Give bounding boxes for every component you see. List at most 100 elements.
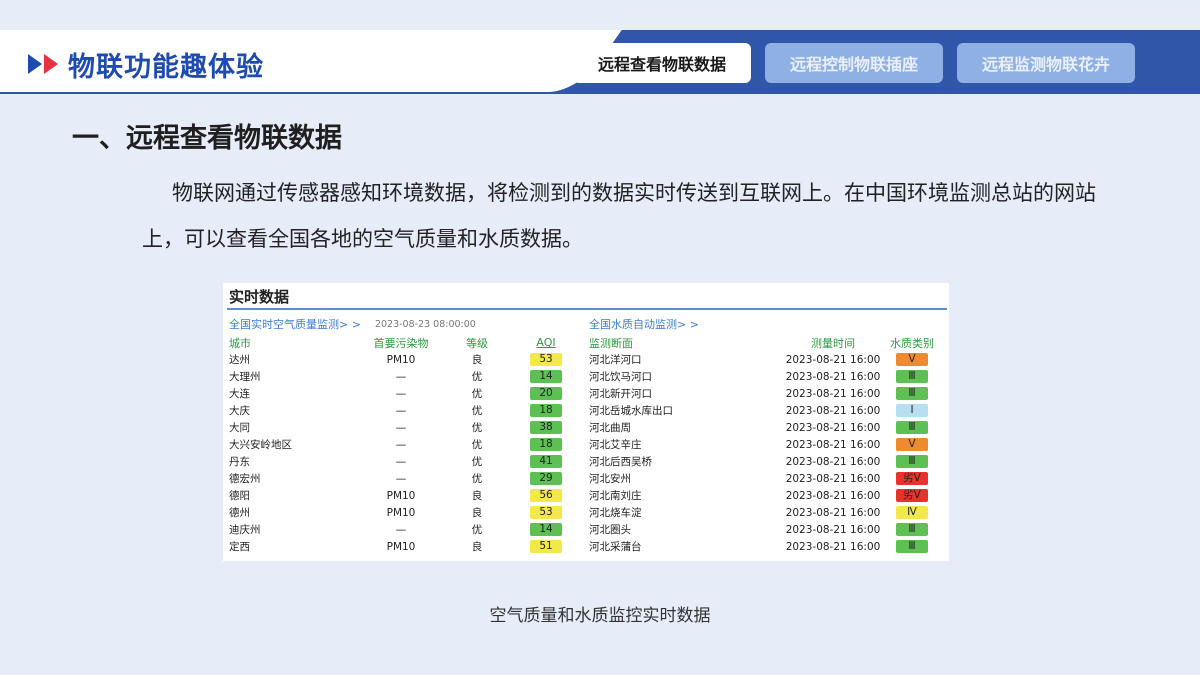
tab-remote-control-socket[interactable]: 远程控制物联插座 [765, 43, 943, 83]
water-table-header: 监测断面 测量时间 水质类别 [589, 334, 943, 351]
site-cell: 河北曲周 [589, 422, 631, 434]
site-cell: 河北饮马河口 [589, 371, 652, 383]
table-row: 大同 — 优 38 [229, 419, 581, 436]
time-cell: 2023-08-21 16:00 [785, 387, 881, 400]
site-cell: 河北南刘庄 [589, 490, 642, 502]
table-row: 河北圈头 2023-08-21 16:00 Ⅲ [589, 521, 943, 538]
header-title: 物联功能趣体验 [68, 51, 264, 83]
city-cell: 丹东 [229, 456, 250, 468]
tab-remote-monitor-flowers[interactable]: 远程监测物联花卉 [957, 43, 1135, 83]
double-arrow-icon [28, 54, 58, 74]
pollutant-cell: PM10 [386, 353, 416, 366]
table-row: 河北安州 2023-08-21 16:00 劣Ⅴ [589, 470, 943, 487]
site-cell: 河北艾辛庄 [589, 439, 642, 451]
table-row: 丹东 — 优 41 [229, 453, 581, 470]
table-row: 德阳 PM10 良 56 [229, 487, 581, 504]
aqi-cell: 38 [513, 421, 579, 434]
site-cell: 河北安州 [589, 473, 631, 485]
water-class-cell: Ⅲ [881, 523, 943, 536]
level-cell: 优 [471, 473, 483, 485]
air-quality-link[interactable]: 全国实时空气质量监测> > [229, 316, 361, 332]
aqi-cell: 56 [513, 489, 579, 502]
table-row: 河北新开河口 2023-08-21 16:00 Ⅲ [589, 385, 943, 402]
header-pollutant: 首要污染物 [373, 336, 429, 350]
air-quality-column: 全国实时空气质量监测> > 2023-08-23 08:00:00 城市 首要污… [229, 314, 581, 555]
aqi-cell: 41 [513, 455, 579, 468]
aqi-badge: 41 [530, 455, 562, 468]
level-cell: 优 [471, 439, 483, 451]
water-quality-link[interactable]: 全国水质自动监测> > [589, 316, 699, 332]
site-cell: 河北洋河口 [589, 354, 642, 366]
water-class-badge: Ⅲ [896, 370, 928, 383]
figure-caption: 空气质量和水质监控实时数据 [489, 606, 711, 626]
aqi-badge: 29 [530, 472, 562, 485]
water-class-cell: Ⅲ [881, 455, 943, 468]
aqi-badge: 14 [530, 370, 562, 383]
water-class-cell: Ⅲ [881, 387, 943, 400]
table-row: 河北饮马河口 2023-08-21 16:00 Ⅲ [589, 368, 943, 385]
aqi-cell: 29 [513, 472, 579, 485]
level-cell: 优 [471, 405, 483, 417]
air-timestamp: 2023-08-23 08:00:00 [374, 318, 476, 330]
table-row: 定西 PM10 良 51 [229, 538, 581, 555]
city-cell: 德阳 [229, 490, 250, 502]
site-cell: 河北烧车淀 [589, 507, 642, 519]
pollutant-cell: — [395, 404, 407, 417]
time-cell: 2023-08-21 16:00 [785, 540, 881, 553]
city-cell: 大连 [229, 388, 250, 400]
table-row: 大连 — 优 20 [229, 385, 581, 402]
aqi-cell: 20 [513, 387, 579, 400]
pollutant-cell: — [395, 455, 407, 468]
water-class-cell: Ⅲ [881, 370, 943, 383]
header-aqi[interactable]: AQI [513, 336, 579, 349]
water-class-cell: Ⅰ [881, 404, 943, 417]
water-class-cell: Ⅴ [881, 353, 943, 366]
water-class-badge: Ⅳ [896, 506, 928, 519]
table-row: 河北南刘庄 2023-08-21 16:00 劣Ⅴ [589, 487, 943, 504]
aqi-badge: 53 [530, 353, 562, 366]
table-row: 河北曲周 2023-08-21 16:00 Ⅲ [589, 419, 943, 436]
water-class-badge: 劣Ⅴ [896, 489, 928, 502]
pollutant-cell: — [395, 438, 407, 451]
header-water-class: 水质类别 [890, 336, 934, 350]
realtime-data-screenshot: 实时数据 全国实时空气质量监测> > 2023-08-23 08:00:00 城… [223, 283, 949, 561]
time-cell: 2023-08-21 16:00 [785, 353, 881, 366]
city-cell: 德州 [229, 507, 250, 519]
city-cell: 大兴安岭地区 [229, 439, 292, 451]
pollutant-cell: — [395, 472, 407, 485]
pollutant-cell: — [395, 421, 407, 434]
header-level: 等级 [466, 336, 488, 350]
table-row: 河北后西吴桥 2023-08-21 16:00 Ⅲ [589, 453, 943, 470]
aqi-badge: 18 [530, 404, 562, 417]
water-class-badge: 劣Ⅴ [896, 472, 928, 485]
water-class-badge: Ⅴ [896, 353, 928, 366]
water-class-badge: Ⅲ [896, 421, 928, 434]
panel-divider [227, 308, 947, 310]
city-cell: 大理州 [229, 371, 261, 383]
site-cell: 河北圈头 [589, 524, 631, 536]
water-class-badge: Ⅲ [896, 387, 928, 400]
level-cell: 优 [471, 524, 483, 536]
brand: 物联功能趣体验 [28, 44, 264, 84]
aqi-badge: 20 [530, 387, 562, 400]
level-cell: 优 [471, 422, 483, 434]
level-cell: 优 [471, 456, 483, 468]
table-row: 迪庆州 — 优 14 [229, 521, 581, 538]
table-row: 达州 PM10 良 53 [229, 351, 581, 368]
intro-paragraph: 物联网通过传感器感知环境数据，将检测到的数据实时传送到互联网上。在中国环境监测总… [142, 181, 1096, 251]
aqi-badge: 18 [530, 438, 562, 451]
water-class-badge: Ⅲ [896, 540, 928, 553]
site-cell: 河北岳城水库出口 [589, 405, 673, 417]
aqi-badge: 38 [530, 421, 562, 434]
aqi-badge: 56 [530, 489, 562, 502]
air-table-body: 达州 PM10 良 53 大理州 — 优 14 大连 — 优 20 大庆 — 优 18 大同 — 优 38 大兴安岭地区… [229, 351, 581, 555]
panel-title: 实时数据 [229, 288, 290, 306]
tab-remote-view-data[interactable]: 远程查看物联数据 [573, 43, 751, 83]
table-row: 大兴安岭地区 — 优 18 [229, 436, 581, 453]
city-cell: 迪庆州 [229, 524, 261, 536]
time-cell: 2023-08-21 16:00 [785, 404, 881, 417]
site-cell: 河北后西吴桥 [589, 456, 652, 468]
pollutant-cell: — [395, 387, 407, 400]
time-cell: 2023-08-21 16:00 [785, 421, 881, 434]
city-cell: 大同 [229, 422, 250, 434]
